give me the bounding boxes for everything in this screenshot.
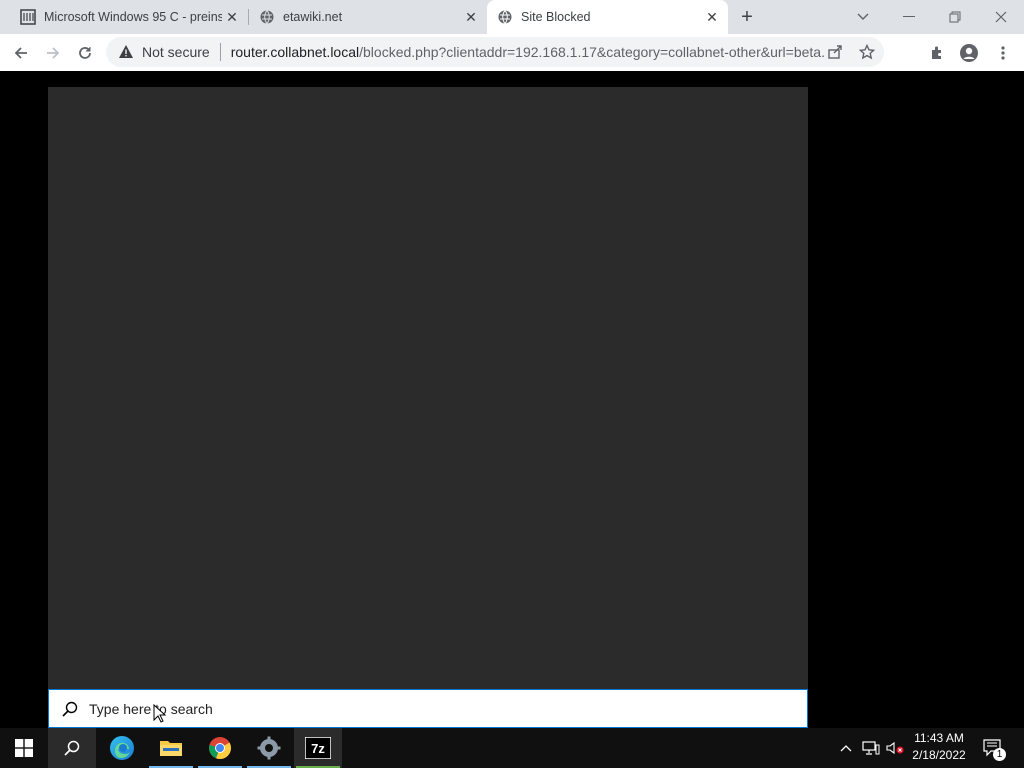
search-icon [62,701,78,717]
edge-icon [110,736,134,760]
url-path: /blocked.php?clientaddr=192.168.1.17&cat… [359,44,824,60]
file-explorer-icon [160,741,182,756]
close-tab-icon[interactable]: ✕ [702,7,722,27]
file-explorer-app[interactable] [147,728,195,768]
new-tab-button[interactable]: + [736,6,758,28]
tab-site-blocked[interactable]: Site Blocked ✕ [487,0,728,34]
profile-avatar-icon[interactable] [956,40,982,66]
action-center-button[interactable]: 1 [980,728,1006,768]
tab-strip: Microsoft Windows 95 C - preins ✕ etawik… [0,0,1024,34]
chevron-up-icon [840,745,852,752]
browser-toolbar: Not secure router.collabnet.local/blocke… [0,34,1024,72]
clock-date: 2/18/2022 [912,748,966,762]
edge-app[interactable] [98,728,146,768]
taskbar: 7z 11:43 AM 2/18/2022 1 [0,728,1024,768]
warning-icon [119,45,133,58]
minimize-button[interactable] [886,0,932,34]
tab-title: etawiki.net [283,10,343,24]
reload-button[interactable] [72,40,98,66]
tab-title: Microsoft Windows 95 C - preins [44,10,222,24]
security-label[interactable]: Not secure [142,44,210,60]
tab-etawiki[interactable]: etawiki.net ✕ [249,0,487,34]
start-menu-panel [48,87,808,689]
menu-icon[interactable] [990,40,1016,66]
taskbar-search-button[interactable] [48,728,96,768]
chrome-icon [209,737,232,760]
tab-search-icon[interactable] [840,0,886,34]
url-text[interactable]: router.collabnet.local/blocked.php?clien… [231,44,824,60]
volume-muted-icon[interactable] [884,728,906,768]
svg-text:7z: 7z [311,741,325,756]
address-bar[interactable]: Not secure router.collabnet.local/blocke… [106,37,884,67]
settings-app[interactable] [245,728,293,768]
chrome-app[interactable] [196,728,244,768]
close-window-button[interactable] [978,0,1024,34]
back-button[interactable] [8,40,34,66]
close-tab-icon[interactable]: ✕ [222,7,242,27]
clock-time: 11:43 AM [914,731,964,745]
search-input[interactable] [87,699,691,718]
notification-badge: 1 [993,748,1006,761]
extensions-icon[interactable] [924,40,950,66]
mouse-cursor-icon [153,704,167,723]
settings-icon [257,736,281,760]
globe-icon [259,9,275,25]
globe-icon [497,9,513,25]
forward-button[interactable] [40,40,66,66]
url-host: router.collabnet.local [230,44,360,60]
bookmark-star-icon[interactable] [856,44,878,60]
windows-logo-icon [15,739,33,757]
show-hidden-icons-button[interactable] [834,728,858,768]
close-tab-icon[interactable]: ✕ [461,7,481,27]
7zip-app[interactable]: 7z [294,728,342,768]
7zip-icon: 7z [305,737,331,759]
system-clock[interactable]: 11:43 AM 2/18/2022 [906,730,972,766]
network-icon[interactable] [860,728,882,768]
tab-title: Site Blocked [521,10,591,24]
page-content [0,71,1024,728]
restore-button[interactable] [932,0,978,34]
search-icon [64,740,80,756]
tab-windows95[interactable]: Microsoft Windows 95 C - preins ✕ [0,0,248,34]
share-icon[interactable] [824,44,846,60]
archive-icon [20,9,36,25]
start-button[interactable] [0,728,48,768]
